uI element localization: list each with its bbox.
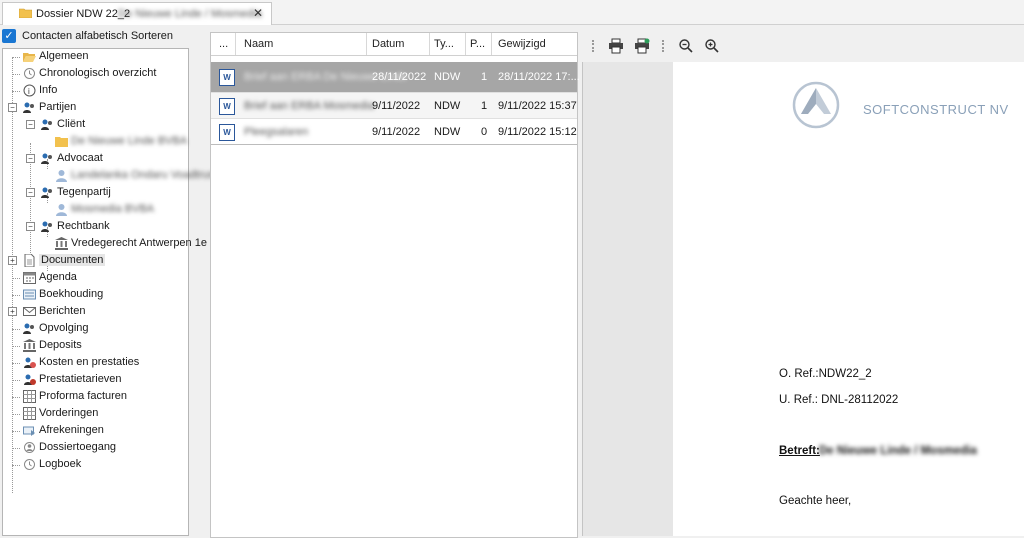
col-header-p[interactable]: P...	[470, 38, 485, 50]
timeline-icon	[24, 68, 35, 79]
close-icon[interactable]: ✕	[253, 6, 263, 20]
toolbar-grip[interactable]	[662, 40, 668, 52]
word-document-icon: W	[219, 98, 235, 115]
dossier-tree: Algemeen Chronologisch overzicht i Info …	[2, 48, 214, 536]
table-header: ... Naam Datum Ty... P... Gewijzigd	[211, 33, 577, 56]
word-document-icon: W	[219, 124, 235, 141]
col-header-dots[interactable]: ...	[219, 38, 228, 50]
company-logo	[792, 81, 840, 129]
envelope-icon	[23, 307, 36, 316]
people-icon	[41, 153, 52, 164]
table-row[interactable]: W Pleegsalaren 9/11/2022 NDW 0 9/11/2022…	[211, 119, 577, 145]
document-icon	[24, 254, 35, 267]
people-icon	[23, 102, 34, 113]
toolbar-grip[interactable]	[592, 40, 598, 52]
print-settings-icon[interactable]	[634, 38, 650, 54]
svg-text:i: i	[28, 87, 30, 96]
table-row[interactable]: W Brief aan ERBA Mosmedia 9/11/2022 NDW …	[211, 93, 577, 119]
collapse-toggle[interactable]: −	[8, 103, 17, 112]
clock-icon	[24, 459, 35, 470]
person-cost-icon	[24, 357, 36, 368]
col-header-gewijzigd[interactable]: Gewijzigd	[498, 38, 546, 50]
calendar-icon	[23, 272, 36, 284]
collapse-toggle[interactable]: −	[26, 222, 35, 231]
bank-icon	[23, 339, 36, 352]
grid-icon	[23, 390, 36, 403]
person-rate-icon	[24, 374, 36, 385]
col-header-datum[interactable]: Datum	[372, 38, 404, 50]
left-panel: ✓ Contacten alfabetisch Sorteren Algemee…	[0, 26, 214, 536]
folder-icon	[19, 8, 32, 18]
tab-title: Dossier NDW 22_2	[36, 8, 131, 20]
preview-page: SOFTCONSTRUCT NV O. Ref.:NDW22_2 U. Ref.…	[673, 62, 1024, 536]
expand-toggle[interactable]: +	[8, 307, 17, 316]
people-icon	[41, 119, 52, 130]
people-icon	[23, 323, 34, 334]
print-icon[interactable]	[608, 38, 624, 54]
expand-toggle[interactable]: +	[8, 256, 17, 265]
payment-icon	[23, 426, 35, 436]
preview-toolbar	[582, 34, 1024, 58]
tab-subtitle: De Nieuwe Linde / Mosmedia	[118, 8, 262, 20]
person-icon	[56, 204, 67, 216]
tab-dossier[interactable]: Dossier NDW 22_2 De Nieuwe Linde / Mosme…	[2, 2, 272, 25]
subject-value: De Nieuwe Linde / Mosmedia	[819, 445, 977, 457]
documents-table: ... Naam Datum Ty... P... Gewijzigd W Br…	[210, 32, 580, 538]
collapse-toggle[interactable]: −	[26, 154, 35, 163]
zoom-in-icon[interactable]	[704, 38, 720, 54]
person-icon	[56, 170, 67, 182]
col-header-type[interactable]: Ty...	[434, 38, 454, 50]
greeting: Geachte heer,	[779, 495, 852, 507]
sort-label: Contacten alfabetisch Sorteren	[22, 30, 174, 42]
collapse-toggle[interactable]: −	[26, 188, 35, 197]
tab-strip: Dossier NDW 22_2 De Nieuwe Linde / Mosme…	[0, 0, 1024, 25]
company-name: SOFTCONSTRUCT NV	[863, 102, 1009, 117]
collapse-toggle[interactable]: −	[26, 120, 35, 129]
folder-open-icon	[23, 53, 36, 62]
document-preview: SOFTCONSTRUCT NV O. Ref.:NDW22_2 U. Ref.…	[582, 62, 1024, 536]
grid-icon	[23, 407, 36, 420]
word-document-icon: W	[219, 69, 235, 86]
subject-label: Betreft:	[779, 445, 820, 457]
folder-icon	[55, 137, 68, 147]
our-reference: O. Ref.:NDW22_2	[779, 368, 872, 380]
table-row[interactable]: W Brief aan ERBA De Nieuwe Linde 28/11/2…	[211, 62, 580, 93]
col-header-naam[interactable]: Naam	[244, 38, 273, 50]
people-icon	[41, 221, 52, 232]
zoom-out-icon[interactable]	[678, 38, 694, 54]
people-icon	[41, 187, 52, 198]
info-icon: i	[23, 84, 36, 97]
your-reference: U. Ref.: DNL-28112022	[779, 394, 899, 406]
sort-checkbox[interactable]: ✓	[2, 29, 16, 43]
ledger-icon	[23, 289, 36, 300]
access-icon	[24, 442, 35, 453]
courthouse-icon	[55, 237, 68, 250]
